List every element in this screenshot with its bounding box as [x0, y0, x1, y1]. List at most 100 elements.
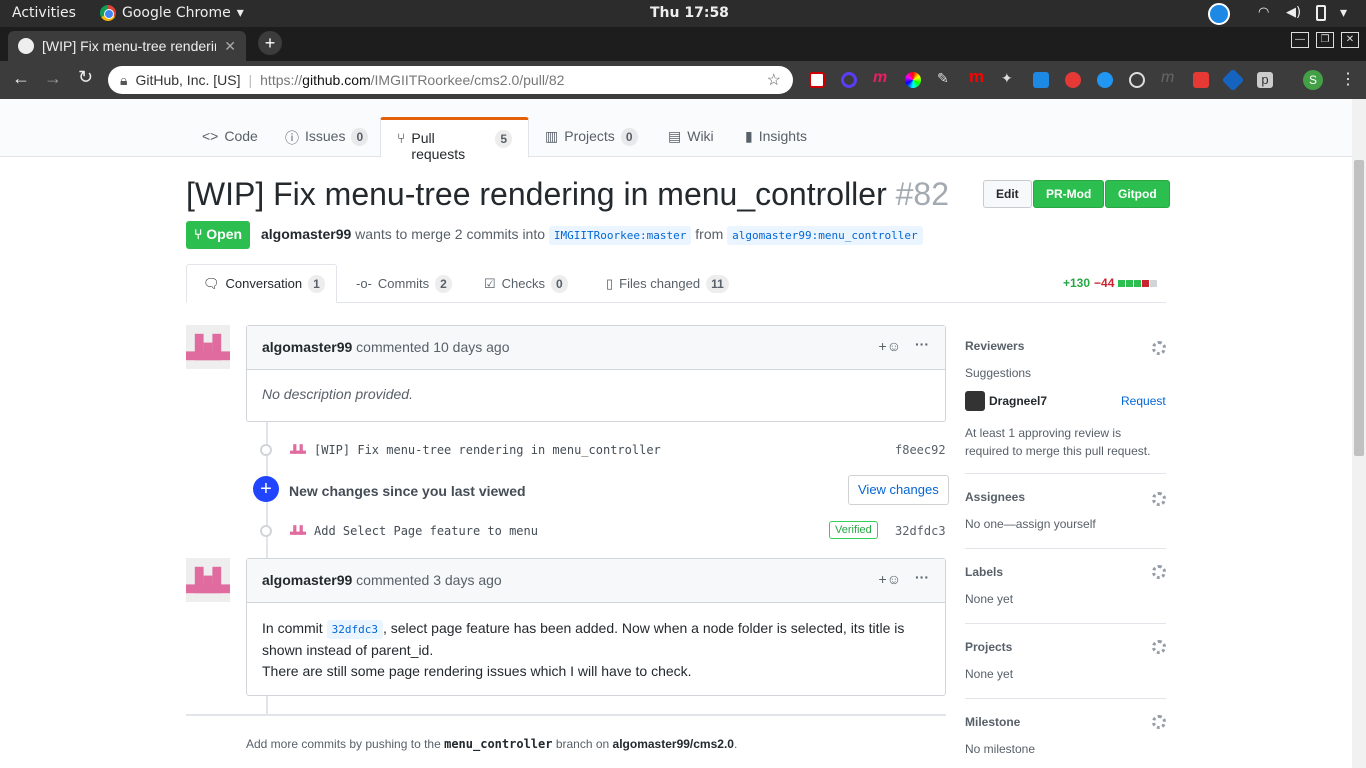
gear-icon[interactable]: [1152, 492, 1166, 506]
avatar[interactable]: [186, 558, 230, 602]
avatar[interactable]: [290, 522, 306, 538]
eyedropper-ext-icon[interactable]: ✎: [937, 70, 953, 86]
more-options-icon[interactable]: ···: [915, 569, 929, 585]
extension-icon[interactable]: [841, 72, 857, 88]
view-changes-button[interactable]: View changes: [848, 475, 949, 505]
commit-message[interactable]: [WIP] Fix menu-tree rendering in menu_co…: [314, 443, 661, 457]
forward-icon[interactable]: →: [44, 68, 62, 89]
head-branch[interactable]: algomaster99:menu_controller: [727, 226, 923, 245]
comment-author[interactable]: algomaster99: [262, 572, 352, 588]
issue-icon: ⓘ: [285, 130, 299, 146]
author-link[interactable]: algomaster99: [261, 226, 351, 242]
commit-sha[interactable]: f8eec92: [895, 443, 946, 457]
ext-icon-15[interactable]: p: [1257, 72, 1273, 88]
tab-checks[interactable]: ☑ Checks 0: [468, 264, 584, 303]
assignees-text[interactable]: No one—assign yourself: [965, 517, 1096, 531]
activities-button[interactable]: Activities: [12, 5, 76, 21]
reviewers-heading[interactable]: Reviewers: [965, 339, 1024, 353]
ext-icon-11[interactable]: [1129, 72, 1145, 88]
avatar[interactable]: [186, 325, 230, 369]
tab-conversation[interactable]: 🗨︎ Conversation 1: [186, 264, 337, 303]
edit-button[interactable]: Edit: [983, 180, 1032, 208]
chrome-menu-icon[interactable]: ⋮: [1340, 69, 1356, 89]
comment-time[interactable]: 3 days ago: [433, 572, 502, 588]
pr-meta: algomaster99 wants to merge 2 commits in…: [261, 226, 923, 245]
timeline-end: [186, 714, 946, 716]
back-icon[interactable]: ←: [12, 68, 30, 89]
repo-tab-issues[interactable]: ⓘ Issues 0: [269, 116, 384, 157]
more-options-icon[interactable]: ···: [915, 336, 929, 352]
reaction-icon[interactable]: +☺: [879, 571, 901, 587]
ext-icon-9[interactable]: [1065, 72, 1081, 88]
ext-icon-10[interactable]: [1097, 72, 1113, 88]
ext-icon-7[interactable]: ✦: [1001, 70, 1017, 86]
system-menu-chevron-icon[interactable]: ▾: [1340, 5, 1347, 21]
labels-heading[interactable]: Labels: [965, 565, 1003, 579]
tab-label: Checks: [501, 276, 546, 291]
tab-label: Conversation: [225, 276, 303, 291]
gear-icon[interactable]: [1152, 341, 1166, 355]
reload-icon[interactable]: ↻: [78, 67, 93, 88]
graph-icon: ▮: [745, 128, 753, 144]
repo-link[interactable]: algomaster99/cms2.0: [613, 737, 734, 751]
reviewer-name[interactable]: Dragneel7: [989, 394, 1047, 408]
clock[interactable]: Thu 17:58: [650, 5, 729, 21]
tab-commits[interactable]: -o- Commits 2: [340, 264, 468, 303]
pr-mod-button[interactable]: PR-Mod: [1033, 180, 1105, 208]
repo-tab-pull-requests[interactable]: ⑂ Pull requests 5: [380, 117, 529, 162]
verified-badge[interactable]: Verified: [829, 521, 878, 539]
assignees-heading[interactable]: Assignees: [965, 490, 1025, 504]
repo-tab-projects[interactable]: ▥ Projects 0: [529, 116, 654, 157]
commit-link[interactable]: 32dfdc3: [326, 620, 383, 639]
milestone-heading[interactable]: Milestone: [965, 715, 1020, 729]
mendeley-ext-icon[interactable]: m: [873, 69, 889, 86]
reaction-icon[interactable]: +☺: [879, 338, 901, 354]
browser-tab[interactable]: [WIP] Fix menu-tree rendering in menu_co…: [8, 31, 246, 61]
base-branch[interactable]: IMGIITRoorkee:master: [548, 226, 692, 245]
bookmark-star-icon[interactable]: ☆: [767, 70, 781, 90]
wifi-icon[interactable]: ◠: [1258, 5, 1269, 20]
commit-icon: -o-: [356, 276, 372, 291]
ext-icon-13[interactable]: [1193, 72, 1209, 88]
pr-icon: ⑂: [397, 130, 406, 146]
projects-heading[interactable]: Projects: [965, 640, 1012, 654]
scrollbar-thumb[interactable]: [1354, 160, 1364, 456]
new-tab-button[interactable]: +: [258, 31, 282, 55]
gear-icon[interactable]: [1152, 715, 1166, 729]
security-label: GitHub, Inc. [US]: [135, 72, 241, 88]
book-icon: ▤: [668, 128, 682, 144]
commit-message[interactable]: Add Select Page feature to menu: [314, 524, 538, 538]
close-window-icon[interactable]: ✕: [1341, 32, 1359, 48]
teamviewer-icon[interactable]: [1208, 3, 1230, 25]
gitpod-button[interactable]: Gitpod: [1105, 180, 1170, 208]
minimize-icon[interactable]: —: [1291, 32, 1309, 48]
comment-author[interactable]: algomaster99: [262, 339, 352, 355]
request-review-link[interactable]: Request: [1121, 394, 1166, 408]
m-ext-icon[interactable]: m: [969, 67, 985, 86]
profile-avatar[interactable]: S: [1303, 70, 1323, 90]
close-tab-icon[interactable]: ✕: [224, 38, 236, 55]
address-bar[interactable]: 🔒︎ GitHub, Inc. [US] | https://github.co…: [108, 66, 793, 94]
ext-icon-12[interactable]: m: [1161, 69, 1177, 86]
gear-icon[interactable]: [1152, 640, 1166, 654]
repo-tab-insights[interactable]: ▮ Insights: [729, 116, 823, 157]
diffstat-bar: [1118, 279, 1158, 287]
commit-sha[interactable]: 32dfdc3: [895, 524, 946, 538]
download-ext-icon[interactable]: [1033, 72, 1049, 88]
avatar[interactable]: [965, 391, 985, 411]
avatar[interactable]: [290, 441, 306, 457]
app-menu[interactable]: Google Chrome ▾: [100, 5, 244, 21]
color-picker-ext-icon[interactable]: [905, 72, 921, 88]
tab-files-changed[interactable]: ▯ Files changed 11: [590, 264, 745, 303]
comment-box: algomaster99 commented 10 days ago +☺ ··…: [246, 325, 946, 422]
repo-tab-code[interactable]: <> Code: [186, 116, 274, 157]
repo-tab-wiki[interactable]: ▤ Wiki: [652, 116, 730, 157]
calendar-ext-icon[interactable]: [809, 72, 825, 88]
comment-time[interactable]: 10 days ago: [433, 339, 509, 355]
battery-icon[interactable]: [1316, 5, 1326, 21]
divider: [965, 473, 1166, 474]
new-changes-label: New changes since you last viewed: [289, 483, 526, 499]
gear-icon[interactable]: [1152, 565, 1166, 579]
volume-icon[interactable]: ◀): [1286, 5, 1301, 20]
restore-icon[interactable]: ❐: [1316, 32, 1334, 48]
